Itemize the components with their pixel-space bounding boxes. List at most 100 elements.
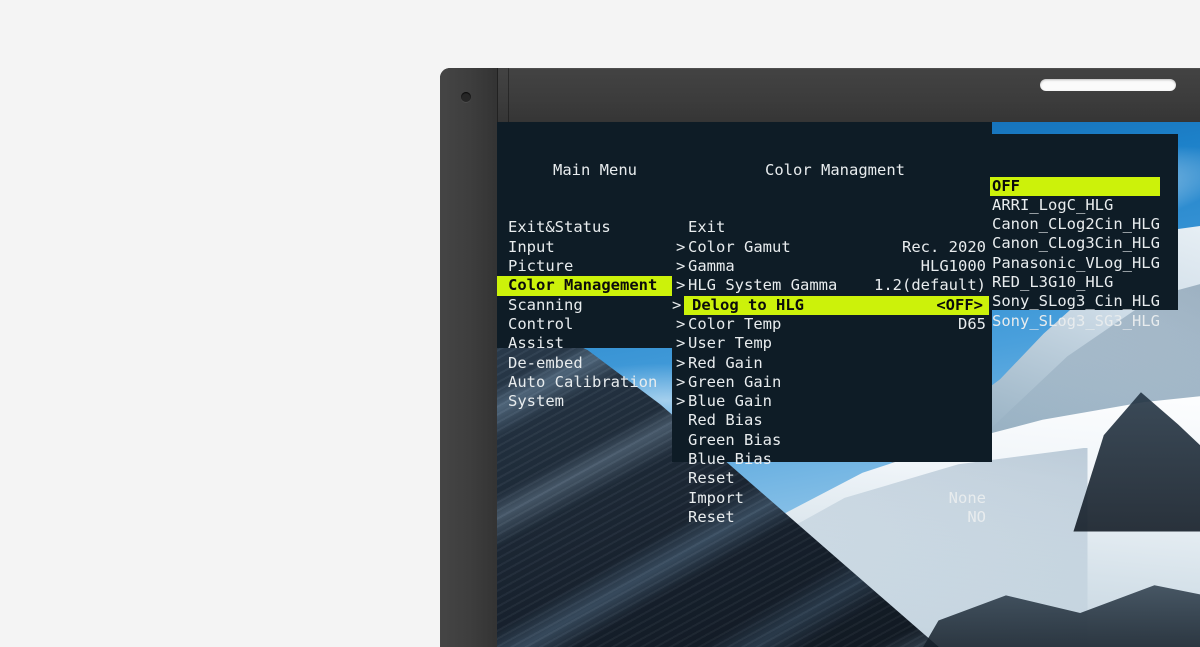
submenu-item[interactable]: > User Temp — [672, 334, 992, 353]
submenu-item-label: Reset — [688, 469, 735, 488]
main-menu-item-label: Auto Calibration — [508, 372, 658, 391]
main-menu-item-label: Scanning — [508, 295, 583, 314]
submenu-expand-arrow-icon: > — [676, 276, 686, 295]
submenu-list: Exit > Color Gamut Rec. 2020 > Gamma HLG1000 > H… — [672, 218, 992, 527]
submenu-expand-arrow-icon: > — [676, 392, 686, 411]
main-menu-item[interactable]: Auto Calibration — [497, 373, 683, 392]
main-menu-item[interactable]: Picture — [497, 257, 683, 276]
main-menu-list: Exit&Status Input Picture Color Management S… — [497, 218, 683, 411]
osd-submenu-panel: Color Managment Exit > Color Gamut Rec. 202… — [672, 122, 992, 526]
submenu-item-value: <OFF> — [936, 295, 983, 314]
main-menu-item[interactable]: System — [497, 392, 683, 411]
main-menu-title: Main Menu — [553, 160, 637, 179]
main-menu-item-label: Control — [508, 314, 574, 333]
submenu-item-label: Blue Gain — [688, 392, 772, 411]
bezel-left — [440, 68, 498, 647]
submenu-item[interactable]: > Color Temp D65 — [672, 315, 992, 334]
dropdown-option[interactable]: OFF — [990, 176, 1160, 196]
submenu-item-value: D65 — [958, 314, 986, 333]
submenu-item[interactable]: Reset NO — [672, 508, 992, 527]
bezel-screw-icon — [461, 92, 471, 102]
dropdown-option-label: ARRI_LogC_HLG — [992, 195, 1114, 214]
submenu-item[interactable]: Green Bias — [672, 431, 992, 450]
dropdown-option[interactable]: Canon_CLog3Cin_HLG — [990, 234, 1178, 253]
submenu-item[interactable]: > Red Gain — [672, 354, 992, 373]
submenu-item-label: Green Bias — [688, 430, 782, 449]
main-menu-item[interactable]: Scanning — [497, 296, 683, 315]
main-menu-item[interactable]: Input — [497, 238, 683, 257]
main-menu-item-label: System — [508, 392, 564, 411]
submenu-item-label: Green Gain — [688, 372, 782, 391]
submenu-expand-arrow-icon: > — [672, 295, 682, 314]
submenu-item-label: Blue Bias — [688, 450, 772, 469]
osd-dropdown-panel: OFF ARRI_LogC_HLG Canon_CLog2Cin_HLG Canon_… — [990, 134, 1178, 330]
submenu-item[interactable]: > Green Gain — [672, 373, 992, 392]
submenu-item[interactable]: Reset — [672, 469, 992, 488]
submenu-expand-arrow-icon: > — [676, 314, 686, 333]
submenu-item[interactable]: Exit — [672, 218, 992, 237]
main-menu-item[interactable]: Assist — [497, 334, 683, 353]
submenu-item-value: 1.2(default) — [874, 276, 986, 295]
dropdown-option-label: Canon_CLog2Cin_HLG — [992, 215, 1160, 234]
main-menu-item-label: Color Management — [508, 276, 658, 295]
dropdown-option[interactable]: ARRI_LogC_HLG — [990, 196, 1178, 215]
submenu-item[interactable]: > Gamma HLG1000 — [672, 257, 992, 276]
dropdown-option[interactable]: Panasonic_VLog_HLG — [990, 254, 1178, 273]
dropdown-option[interactable]: Sony_SLog3_Cin_HLG — [990, 292, 1178, 311]
main-menu-item[interactable]: Exit&Status — [497, 218, 683, 237]
handle-slot — [1040, 79, 1176, 91]
dropdown-option-label: RED_L3G10_HLG — [992, 273, 1114, 292]
dropdown-option-label: Canon_CLog3Cin_HLG — [992, 234, 1160, 253]
main-menu-item-label: Input — [508, 237, 555, 256]
bezel-top — [440, 68, 1200, 126]
dropdown-option[interactable]: Canon_CLog2Cin_HLG — [990, 215, 1178, 234]
submenu-expand-arrow-icon: > — [676, 353, 686, 372]
submenu-item[interactable]: > Color Gamut Rec. 2020 — [672, 238, 992, 257]
submenu-item-value: HLG1000 — [920, 257, 986, 276]
submenu-item-label: Gamma — [688, 257, 735, 276]
dropdown-option[interactable]: Sony_SLog3_SG3_HLG — [990, 312, 1178, 331]
submenu-item[interactable]: Delog to HLG <OFF> > — [672, 295, 989, 315]
main-menu-item[interactable]: De-embed — [497, 354, 683, 373]
main-menu-item[interactable]: Control — [497, 315, 683, 334]
bezel-seam-horizontal — [508, 68, 1200, 69]
dropdown-option[interactable]: RED_L3G10_HLG — [990, 273, 1178, 292]
dropdown-option-list: OFF ARRI_LogC_HLG Canon_CLog2Cin_HLG Canon_… — [990, 176, 1178, 331]
submenu-item-label: Red Gain — [688, 353, 763, 372]
main-menu-item[interactable]: Color Management — [497, 276, 683, 296]
submenu-item-label: Import — [688, 488, 744, 507]
submenu-item[interactable]: > Blue Gain — [672, 392, 992, 411]
submenu-item-label: Delog to HLG — [692, 295, 804, 314]
submenu-expand-arrow-icon: > — [676, 334, 686, 353]
submenu-expand-arrow-icon: > — [676, 237, 686, 256]
dropdown-option-label: Sony_SLog3_Cin_HLG — [992, 292, 1160, 311]
main-menu-item-label: Assist — [508, 334, 564, 353]
main-menu-item-label: Exit&Status — [508, 218, 611, 237]
main-menu-item-label: Picture — [508, 257, 574, 276]
submenu-item[interactable]: Blue Bias — [672, 450, 992, 469]
main-menu-item-label: De-embed — [508, 353, 583, 372]
submenu-item[interactable]: > HLG System Gamma 1.2(default) — [672, 276, 992, 295]
submenu-item[interactable]: Import None — [672, 489, 992, 508]
submenu-item-label: HLG System Gamma — [688, 276, 838, 295]
submenu-item[interactable]: Red Bias — [672, 411, 992, 430]
submenu-item-label: Red Bias — [688, 411, 763, 430]
bezel-seam-vertical — [508, 68, 509, 126]
submenu-item-value: None — [948, 488, 986, 507]
submenu-item-value: NO — [967, 507, 986, 526]
scene: Main Menu Exit&Status Input Picture Color M… — [0, 0, 1200, 647]
submenu-expand-arrow-icon: > — [676, 257, 686, 276]
submenu-item-label: User Temp — [688, 334, 772, 353]
dropdown-option-label: OFF — [992, 176, 1020, 195]
submenu-expand-arrow-icon: > — [676, 372, 686, 391]
dropdown-option-label: Sony_SLog3_SG3_HLG — [992, 311, 1160, 330]
monitor-screen: Main Menu Exit&Status Input Picture Color M… — [497, 122, 1200, 647]
submenu-item-label: Color Temp — [688, 314, 782, 333]
osd-main-menu-panel: Main Menu Exit&Status Input Picture Color M… — [497, 122, 683, 410]
dropdown-option-label: Panasonic_VLog_HLG — [992, 253, 1160, 272]
submenu-item-label: Exit — [688, 218, 726, 237]
submenu-item-label: Color Gamut — [688, 237, 791, 256]
submenu-title: Color Managment — [765, 160, 905, 179]
submenu-item-label: Reset — [688, 507, 735, 526]
submenu-item-value: Rec. 2020 — [902, 237, 986, 256]
